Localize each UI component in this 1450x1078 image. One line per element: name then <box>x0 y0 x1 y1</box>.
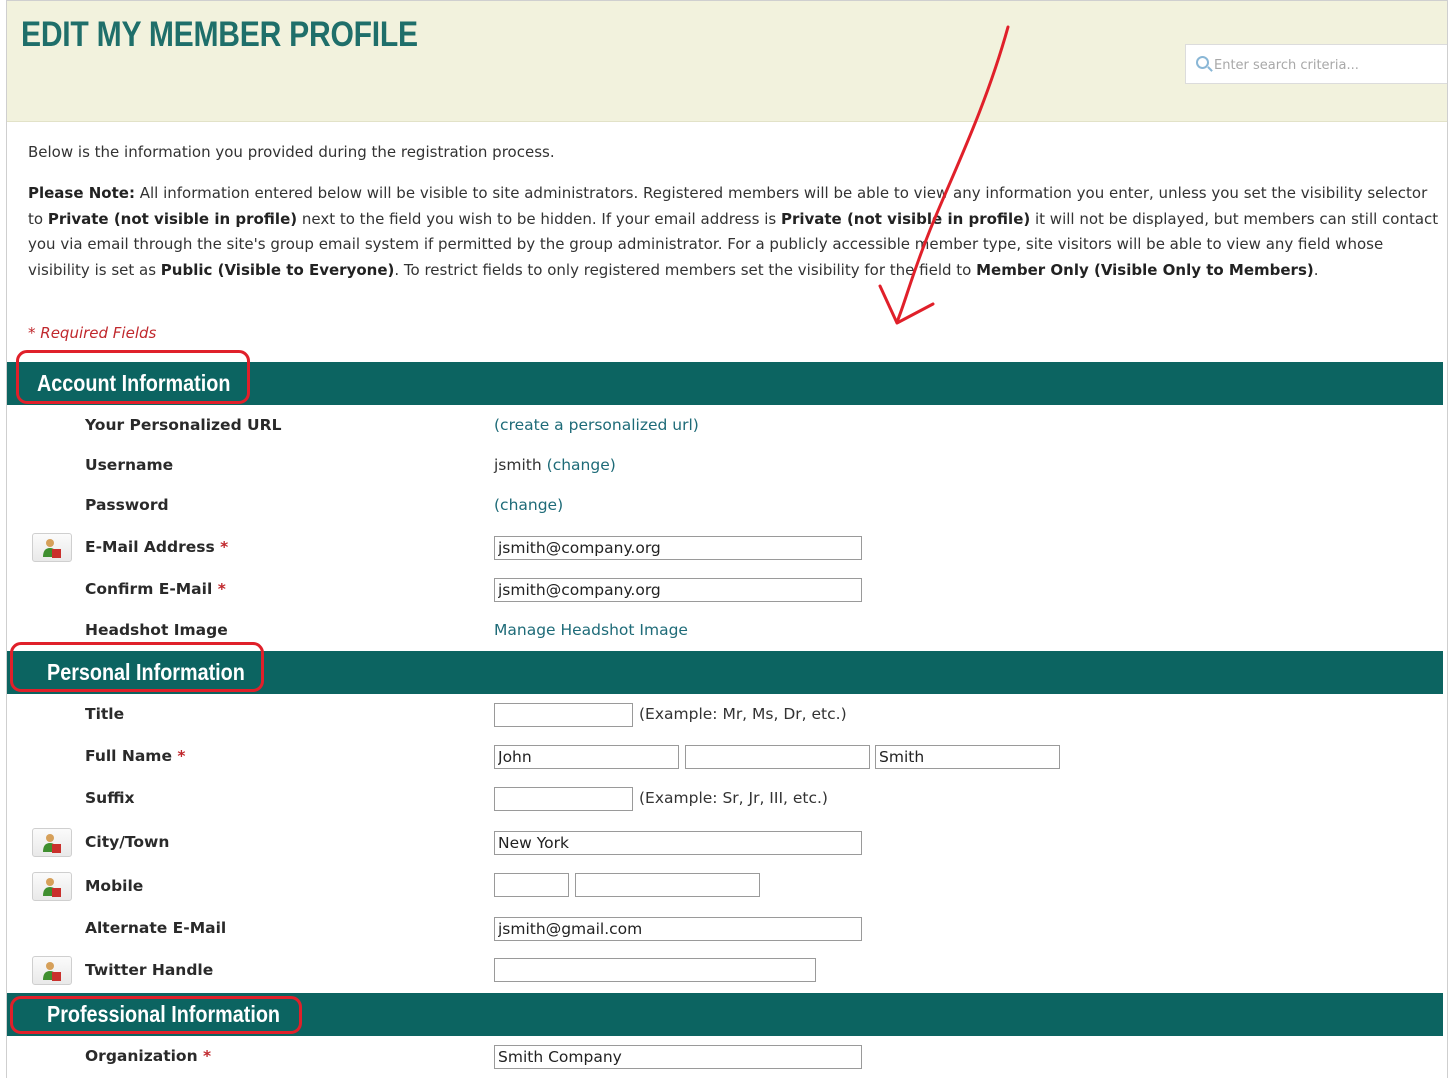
intro-text: Below is the information you provided du… <box>28 143 555 161</box>
organization-field[interactable] <box>494 1045 862 1069</box>
email-field[interactable] <box>494 536 862 560</box>
username-value: jsmith (change) <box>494 456 616 474</box>
annotation-highlight-professional <box>10 996 302 1034</box>
note-member-only: Member Only (Visible Only to Members) <box>976 260 1314 279</box>
change-password-link[interactable]: (change) <box>494 496 563 514</box>
mobile-label: Mobile <box>85 877 144 895</box>
headshot-value: Manage Headshot Image <box>494 621 688 639</box>
note-private: Private (not visible in profile) <box>47 209 298 228</box>
search-icon[interactable] <box>1196 56 1209 69</box>
suffix-field[interactable] <box>494 787 633 811</box>
note-private: Private (not visible in profile) <box>780 209 1031 228</box>
city-label: City/Town <box>85 833 170 851</box>
note-public: Public (Visible to Everyone) <box>160 260 395 279</box>
suffix-label: Suffix <box>85 789 135 807</box>
title-label: Title <box>85 705 125 723</box>
note-text: . To restrict fields to only registered … <box>394 260 977 279</box>
password-value: (change) <box>494 496 563 514</box>
profile-page: EDIT MY MEMBER PROFILE Below is the info… <box>6 0 1448 1078</box>
required-marker: * <box>177 747 186 765</box>
password-label: Password <box>85 496 169 514</box>
person-visibility-icon <box>43 962 61 981</box>
suffix-example: (Example: Sr, Jr, III, etc.) <box>639 789 828 807</box>
alt-email-label: Alternate E-Mail <box>85 919 227 937</box>
last-name-field[interactable] <box>875 745 1060 769</box>
email-label-text: E-Mail Address <box>85 538 215 556</box>
city-field[interactable] <box>494 831 862 855</box>
mobile-number-field[interactable] <box>575 873 760 897</box>
note-label: Please Note: <box>28 184 135 202</box>
required-marker: * <box>217 580 226 598</box>
username-label: Username <box>85 456 174 474</box>
mobile-visibility-button[interactable] <box>32 872 72 901</box>
city-visibility-button[interactable] <box>32 828 72 857</box>
headshot-label: Headshot Image <box>85 621 228 639</box>
middle-name-field[interactable] <box>685 745 870 769</box>
email-visibility-button[interactable] <box>32 533 72 562</box>
required-fields-note: * Required Fields <box>28 324 157 342</box>
required-marker: * <box>203 1047 212 1065</box>
url-label: Your Personalized URL <box>85 416 282 434</box>
username-text: jsmith <box>494 456 542 474</box>
note-text: next to the field you wish to be hidden.… <box>297 209 781 228</box>
person-visibility-icon <box>43 878 61 897</box>
twitter-field[interactable] <box>494 958 816 982</box>
note-text: . <box>1313 260 1319 279</box>
confirm-email-field[interactable] <box>494 578 862 602</box>
visibility-note: Please Note: All information entered bel… <box>28 181 1446 283</box>
search-box[interactable] <box>1185 44 1447 84</box>
confirm-email-label: Confirm E-Mail * <box>85 580 226 598</box>
title-field[interactable] <box>494 703 633 727</box>
confirm-email-label-text: Confirm E-Mail <box>85 580 213 598</box>
full-name-label: Full Name * <box>85 747 185 765</box>
person-visibility-icon <box>43 539 61 558</box>
create-url-link-text[interactable]: (create a personalized url) <box>494 416 699 434</box>
first-name-field[interactable] <box>494 745 679 769</box>
search-input[interactable] <box>1214 55 1442 75</box>
twitter-label: Twitter Handle <box>85 961 214 979</box>
title-example: (Example: Mr, Ms, Dr, etc.) <box>639 705 847 723</box>
mobile-area-field[interactable] <box>494 873 569 897</box>
required-marker: * <box>220 538 229 556</box>
organization-label-text: Organization <box>85 1047 198 1065</box>
person-visibility-icon <box>43 834 61 853</box>
page-title: EDIT MY MEMBER PROFILE <box>21 15 418 54</box>
alt-email-field[interactable] <box>494 917 862 941</box>
annotation-highlight-account <box>16 350 250 404</box>
create-url-link[interactable]: (create a personalized url) <box>494 416 699 434</box>
organization-label: Organization * <box>85 1047 211 1065</box>
annotation-highlight-personal <box>10 642 264 692</box>
full-name-label-text: Full Name <box>85 747 172 765</box>
change-username-link[interactable]: (change) <box>547 456 616 474</box>
twitter-visibility-button[interactable] <box>32 956 72 985</box>
email-label: E-Mail Address * <box>85 538 228 556</box>
page-header: EDIT MY MEMBER PROFILE <box>7 1 1447 122</box>
manage-headshot-link[interactable]: Manage Headshot Image <box>494 621 688 639</box>
